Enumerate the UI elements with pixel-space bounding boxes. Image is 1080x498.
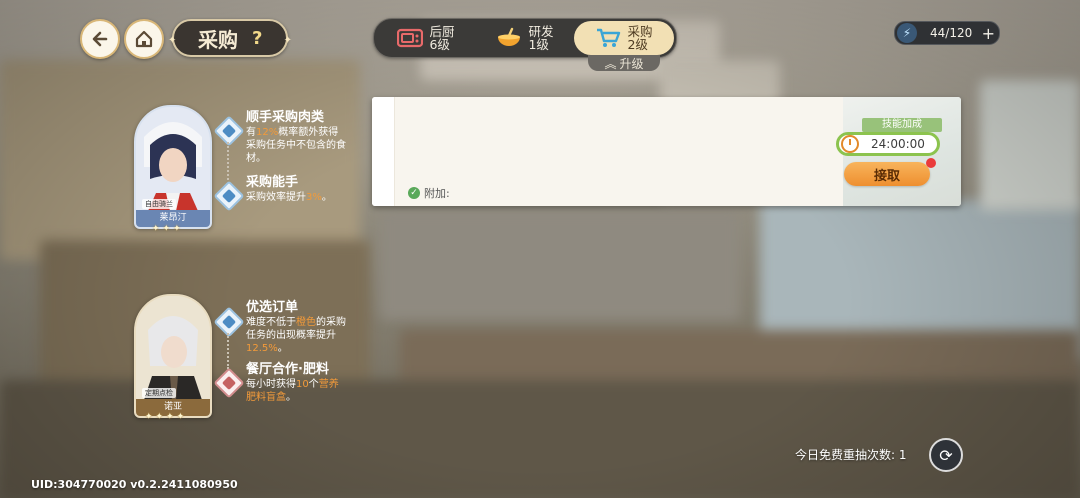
skill-2-1: 优选订单 难度不低于橙色的采购任务的出现概率提升12.5%。 bbox=[246, 301, 348, 355]
skill-title: 餐厅合作·肥料 bbox=[246, 362, 329, 377]
skill-2-2: 餐厅合作·肥料 每小时获得10个营养肥料盲盒。 bbox=[246, 363, 348, 404]
sparkle-icon: ✦ bbox=[168, 35, 177, 46]
skill-title: 优选订单 bbox=[246, 300, 299, 315]
skill-bonus-badge: 技能加成 bbox=[862, 118, 942, 132]
timer-value: 24:00:00 bbox=[871, 137, 925, 151]
tab-kitchen[interactable]: 后厨 6级 bbox=[376, 21, 476, 55]
star-rating: ✦✦✦ bbox=[152, 224, 184, 234]
tab-research-level: 1级 bbox=[528, 37, 549, 52]
character-art bbox=[136, 107, 210, 227]
character-portrait-2[interactable]: 定期点检 诺亚 bbox=[134, 294, 212, 418]
mixing-bowl-icon bbox=[496, 27, 522, 49]
upgrade-label: 升级 bbox=[619, 56, 644, 71]
character-tag: 自由骑兰 bbox=[142, 199, 176, 209]
energy-value: 44/120 bbox=[930, 26, 973, 40]
tab-purchase-level: 2级 bbox=[627, 37, 648, 52]
department-tabs: 后厨 6级 研发 1级 采购 2级 bbox=[373, 18, 677, 58]
skill-title: 顺手采购肉类 bbox=[246, 110, 325, 125]
tab-research[interactable]: 研发 1级 bbox=[475, 21, 575, 55]
uid-version: UID:304770020 v0.2.2411080950 bbox=[31, 478, 238, 491]
tab-purchase[interactable]: 采购 2级 bbox=[574, 21, 674, 55]
shopping-cart-icon bbox=[595, 27, 621, 49]
refresh-icon: ⟳ bbox=[939, 445, 953, 465]
energy-counter: ⚡ 44/120 + bbox=[894, 21, 1000, 45]
attachment-row: ✓ 附加: bbox=[408, 185, 450, 201]
skill-1-2: 采购能手 采购效率提升3%。 bbox=[246, 176, 348, 204]
character-portrait-1[interactable]: 自由骑兰 莱昂汀 bbox=[134, 105, 212, 229]
help-button[interactable]: ? bbox=[252, 28, 262, 49]
lightning-icon: ⚡ bbox=[897, 23, 917, 43]
skill-desc: 有12%概率额外获得采购任务中不包含的食材。 bbox=[246, 127, 346, 164]
back-button[interactable] bbox=[80, 19, 120, 59]
reroll-info: 今日免费重抽次数: 1 bbox=[795, 446, 907, 463]
skill-connector bbox=[227, 142, 229, 180]
tab-kitchen-level: 6级 bbox=[429, 37, 450, 52]
skill-desc: 每小时获得10个营养肥料盲盒。 bbox=[246, 379, 339, 403]
reroll-label: 今日免费重抽次数: bbox=[795, 448, 896, 462]
double-chevron-up-icon: ︽ bbox=[604, 56, 617, 71]
microwave-icon bbox=[397, 27, 424, 49]
attach-label: 附加: bbox=[424, 187, 450, 200]
skill-connector bbox=[227, 333, 229, 369]
reroll-button[interactable]: ⟳ bbox=[929, 438, 963, 472]
notification-dot bbox=[926, 158, 936, 168]
check-icon: ✓ bbox=[408, 187, 420, 199]
accept-button[interactable]: 接取 bbox=[844, 162, 930, 186]
page-title: 采购 ? ✦ ✦ bbox=[168, 19, 292, 57]
clock-icon bbox=[841, 135, 859, 153]
skill-desc: 难度不低于橙色的采购任务的出现概率提升12.5%。 bbox=[246, 317, 346, 354]
order-timer: 24:00:00 bbox=[836, 132, 940, 156]
upgrade-button[interactable]: ︽ 升级 bbox=[588, 55, 660, 71]
home-icon bbox=[135, 30, 153, 48]
skill-title: 采购能手 bbox=[246, 175, 299, 190]
purchase-order-card: ✓ 附加: 技能加成 24:00:00 接取 bbox=[372, 97, 961, 206]
home-button[interactable] bbox=[124, 19, 164, 59]
add-energy-button[interactable]: + bbox=[982, 24, 995, 43]
back-arrow-icon bbox=[92, 31, 108, 47]
vignette bbox=[0, 0, 1080, 498]
skill-desc: 采购效率提升3%。 bbox=[246, 192, 332, 203]
character-art bbox=[136, 296, 210, 416]
skill-1-1: 顺手采购肉类 有12%概率额外获得采购任务中不包含的食材。 bbox=[246, 111, 348, 165]
star-rating: ✦✦✦✦ bbox=[145, 412, 188, 422]
card-edge bbox=[372, 97, 395, 206]
reroll-count: 1 bbox=[898, 448, 907, 462]
sparkle-icon: ✦ bbox=[283, 35, 292, 46]
character-tag: 定期点检 bbox=[142, 388, 176, 398]
page-title-text: 采购 bbox=[198, 27, 238, 52]
